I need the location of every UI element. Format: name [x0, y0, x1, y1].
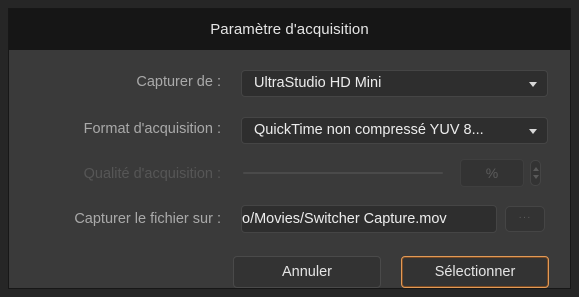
quality-input[interactable]: % [460, 159, 524, 187]
chevron-down-icon [529, 129, 537, 134]
quality-unit: % [485, 165, 499, 181]
chevron-down-icon [529, 82, 537, 87]
quality-slider[interactable] [243, 172, 443, 174]
format-value: QuickTime non compressé YUV 8... [254, 122, 484, 138]
select-button[interactable]: Sélectionner [401, 256, 549, 288]
cancel-button[interactable]: Annuler [233, 256, 381, 288]
format-label: Format d'acquisition : [83, 121, 221, 137]
quality-stepper[interactable] [530, 160, 541, 186]
stepper-down-icon [533, 175, 539, 179]
quality-label: Qualité d'acquisition : [83, 166, 221, 182]
capture-file-label: Capturer le fichier sur : [74, 211, 221, 227]
capture-from-select[interactable]: UltraStudio HD Mini [241, 70, 548, 97]
dialog-title: Paramètre d'acquisition [9, 9, 570, 50]
capture-settings-dialog: Paramètre d'acquisition Capturer de : Ul… [8, 8, 571, 289]
capture-file-path-field[interactable]: o/Movies/Switcher Capture.mov [241, 205, 497, 233]
capture-from-label: Capturer de : [136, 74, 221, 90]
stepper-up-icon [533, 167, 539, 171]
capture-from-value: UltraStudio HD Mini [254, 75, 382, 91]
browse-button[interactable]: ··· [505, 206, 545, 232]
format-select[interactable]: QuickTime non compressé YUV 8... [241, 117, 548, 144]
capture-file-path-value: o/Movies/Switcher Capture.mov [242, 211, 447, 227]
